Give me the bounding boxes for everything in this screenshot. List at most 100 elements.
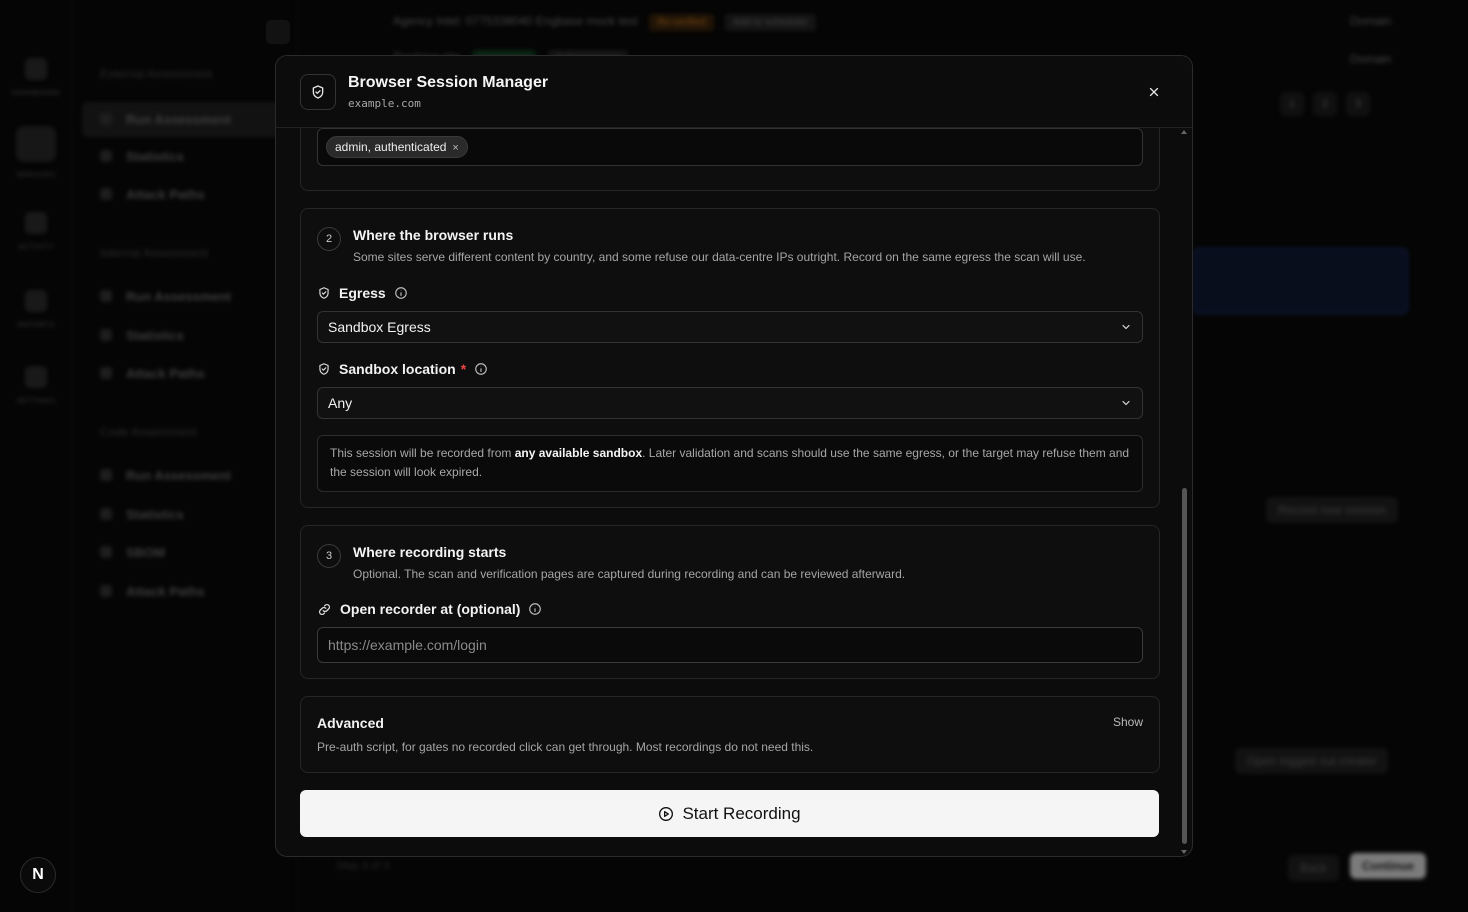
rail-label: Settings: [16, 398, 56, 405]
advanced-card: Advanced Show Pre-auth script, for gates…: [300, 696, 1160, 773]
step-number: 3: [317, 544, 341, 568]
scroll-up-icon[interactable]: [1180, 128, 1188, 136]
advanced-title: Advanced: [317, 715, 384, 731]
sidebar-item[interactable]: Run Assessment: [82, 102, 282, 137]
step-description: Optional. The scan and verification page…: [353, 567, 906, 581]
sidebar-item[interactable]: Statistics: [100, 149, 184, 164]
field-label-text: Sandbox location: [339, 361, 456, 377]
activity-icon: [25, 212, 47, 234]
info-icon[interactable]: [394, 286, 408, 300]
continue-button[interactable]: Continue: [1350, 853, 1426, 879]
sidebar-item[interactable]: Run Assessment: [100, 289, 231, 304]
step-title: Where the browser runs: [353, 227, 514, 243]
advanced-show-toggle[interactable]: Show: [1113, 715, 1143, 729]
info-panel: [1193, 248, 1408, 314]
row-status: Domain: [1350, 14, 1392, 28]
step-card-egress: 2 Where the browser runs Some sites serv…: [300, 208, 1160, 508]
field-label-text: Egress: [339, 285, 386, 301]
start-recording-button[interactable]: Start Recording: [300, 790, 1159, 837]
sidebar-item[interactable]: SBOM: [100, 545, 165, 560]
collapse-sidebar-icon[interactable]: [266, 20, 290, 44]
settings-icon: [25, 366, 47, 388]
close-button[interactable]: [1142, 80, 1166, 104]
rail-settings[interactable]: Settings: [0, 366, 72, 405]
sandbox-location-label: Sandbox location *: [317, 361, 488, 377]
note-emphasis: any available sandbox: [514, 446, 643, 460]
close-icon: [1149, 87, 1159, 97]
recorder-url-input[interactable]: [317, 627, 1143, 663]
shield-icon: [319, 363, 329, 375]
row-status: Domain: [1350, 52, 1392, 66]
dialog-scrollbar[interactable]: [1180, 128, 1188, 856]
dialog-title: Browser Session Manager: [348, 74, 549, 91]
role-tag: admin, authenticated ×: [326, 136, 468, 158]
scroll-thumb[interactable]: [1182, 488, 1187, 844]
sidebar-section: External Assessment: [100, 67, 213, 81]
page-button[interactable]: 2: [1313, 92, 1337, 116]
egress-select[interactable]: Sandbox Egress: [317, 311, 1143, 343]
reports-icon: [25, 290, 47, 312]
step-description: Some sites serve different content by co…: [353, 250, 1086, 264]
open-logged-out-button[interactable]: Open logged out creator: [1235, 748, 1389, 774]
info-icon[interactable]: [474, 362, 488, 376]
step-number: 2: [317, 227, 341, 251]
egress-note: This session will be recorded from any a…: [317, 435, 1143, 492]
field-label-text: Open recorder at (optional): [340, 601, 521, 617]
rail-reports[interactable]: Reports: [0, 290, 72, 329]
roles-card: admin, authenticated ×: [300, 118, 1160, 191]
rail-dashboard[interactable]: Dashboard: [0, 58, 72, 97]
rail-label: Activity: [18, 244, 54, 251]
start-recording-label: Start Recording: [682, 803, 801, 823]
sidebar-item[interactable]: Attack Paths: [100, 187, 205, 202]
browser-session-dialog: Browser Session Manager example.com admi…: [275, 55, 1193, 857]
rail-label: Services: [16, 172, 56, 179]
dashboard-icon: [25, 58, 47, 80]
status-badge: Re-verified: [649, 14, 714, 31]
page-button[interactable]: 1: [1280, 92, 1304, 116]
link-icon: [319, 603, 330, 615]
required-marker: *: [460, 361, 467, 377]
sidebar-section: Code Assessment: [100, 425, 197, 439]
tag-remove-icon[interactable]: ×: [452, 142, 458, 154]
row-title: Agency Intel: 0775338040 Engbase mock te…: [393, 14, 638, 28]
shield-icon: [300, 74, 336, 110]
dialog-body: admin, authenticated × 2 Where the browse…: [276, 118, 1192, 856]
record-new-session-button[interactable]: Record new session: [1266, 497, 1399, 523]
sidebar-item[interactable]: Run Assessment: [100, 468, 231, 483]
role-tag-label: admin, authenticated: [335, 140, 447, 154]
sandbox-location-select[interactable]: Any: [317, 387, 1143, 419]
sidebar-item[interactable]: Attack Paths: [100, 366, 205, 381]
scroll-down-icon[interactable]: [1180, 848, 1188, 856]
sidebar: External Assessment Run Assessment Stati…: [72, 0, 298, 912]
dialog-header: Browser Session Manager example.com: [276, 56, 1192, 128]
sidebar-item[interactable]: Statistics: [100, 507, 184, 522]
icon-rail: Dashboard Services Activity Reports Sett…: [0, 0, 72, 912]
services-icon: [16, 126, 56, 162]
play-circle-icon: [659, 806, 674, 821]
back-button[interactable]: Back: [1288, 855, 1339, 881]
select-value: Sandbox Egress: [328, 319, 431, 335]
egress-label: Egress: [317, 285, 408, 301]
table-row[interactable]: Agency Intel: 0775338040 Engbase mock te…: [393, 14, 816, 34]
row-badge: Add to scheduler: [724, 14, 816, 31]
info-icon[interactable]: [528, 602, 542, 616]
sidebar-section: Internal Assessment: [100, 246, 209, 260]
step-indicator: Step 3 of 3: [336, 860, 390, 872]
page-button[interactable]: 3: [1346, 92, 1370, 116]
dialog-subtitle: example.com: [348, 97, 421, 110]
select-value: Any: [328, 395, 353, 411]
chevron-down-icon: [1122, 400, 1130, 406]
sidebar-item[interactable]: Statistics: [100, 328, 184, 343]
rail-label: Reports: [17, 322, 55, 329]
step-card-recording: 3 Where recording starts Optional. The s…: [300, 525, 1160, 679]
recorder-url-label: Open recorder at (optional): [317, 601, 542, 617]
rail-services[interactable]: Services: [0, 126, 72, 179]
note-text: This session will be recorded from: [330, 446, 515, 460]
avatar[interactable]: N: [20, 857, 56, 893]
sidebar-item[interactable]: Attack Paths: [100, 584, 205, 599]
step-title: Where recording starts: [353, 544, 507, 560]
chevron-down-icon: [1122, 324, 1130, 330]
roles-tag-input[interactable]: admin, authenticated ×: [317, 128, 1143, 166]
rail-activity[interactable]: Activity: [0, 212, 72, 251]
shield-icon: [319, 287, 329, 299]
